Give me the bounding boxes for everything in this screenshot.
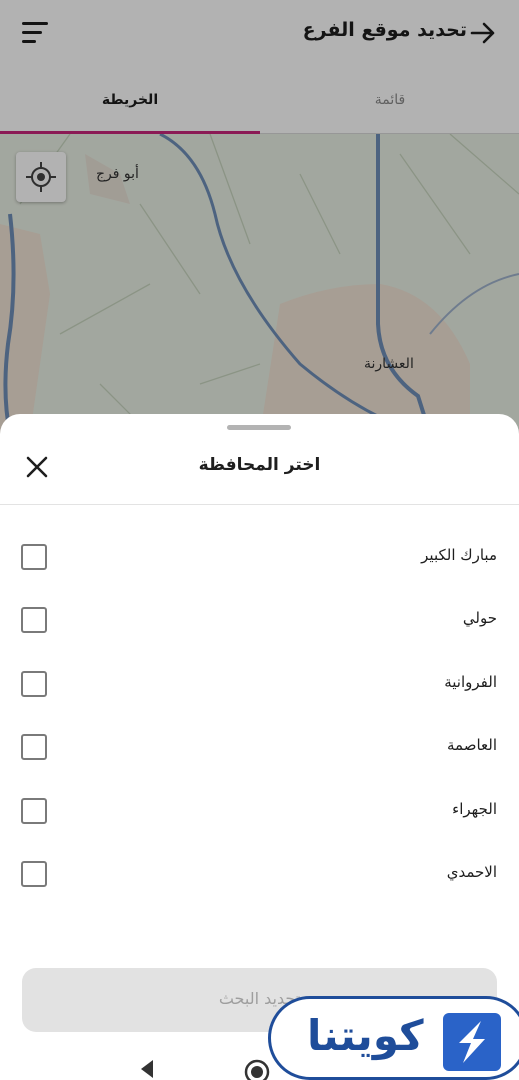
nav-home-circle-icon[interactable] [244,1059,270,1080]
checkbox[interactable] [21,544,47,570]
sheet-divider [0,504,519,505]
checkbox[interactable] [21,860,47,887]
governorate-option-mubarak-al-kabeer[interactable]: مبارك الكبير [0,524,519,587]
governorate-bottom-sheet: اختر المحافظة مبارك الكبير حولي الفرواني… [0,414,519,1080]
checkbox[interactable] [21,607,47,634]
sheet-title: اختر المحافظة [198,455,321,475]
governorate-option-jahra[interactable]: الجهراء [0,778,519,841]
option-label: مبارك الكبير [421,546,497,564]
checkbox[interactable] [21,670,47,697]
governorate-options: مبارك الكبير حولي الفروانية العاصمة الجه… [0,524,519,904]
option-label: العاصمة [447,736,497,755]
governorate-option-ahmadi[interactable]: الاحمدي [0,841,519,904]
kuwaitna-logo-icon [443,1013,501,1071]
option-label: حولي [462,609,497,628]
checkbox[interactable] [21,734,47,761]
option-label: الاحمدي [446,862,497,881]
governorate-option-capital[interactable]: العاصمة [0,714,519,777]
governorate-option-farwaniya[interactable]: الفروانية [0,651,519,714]
nav-back-triangle-icon[interactable] [137,1059,157,1079]
sheet-drag-handle[interactable] [227,425,291,430]
option-label: الجهراء [452,799,497,818]
kuwaitna-logo: كويتنا [268,996,519,1080]
logo-text: كويتنا [307,1011,424,1060]
option-label: الفروانية [444,672,497,691]
governorate-option-hawalli[interactable]: حولي [0,587,519,650]
checkbox[interactable] [21,797,47,824]
